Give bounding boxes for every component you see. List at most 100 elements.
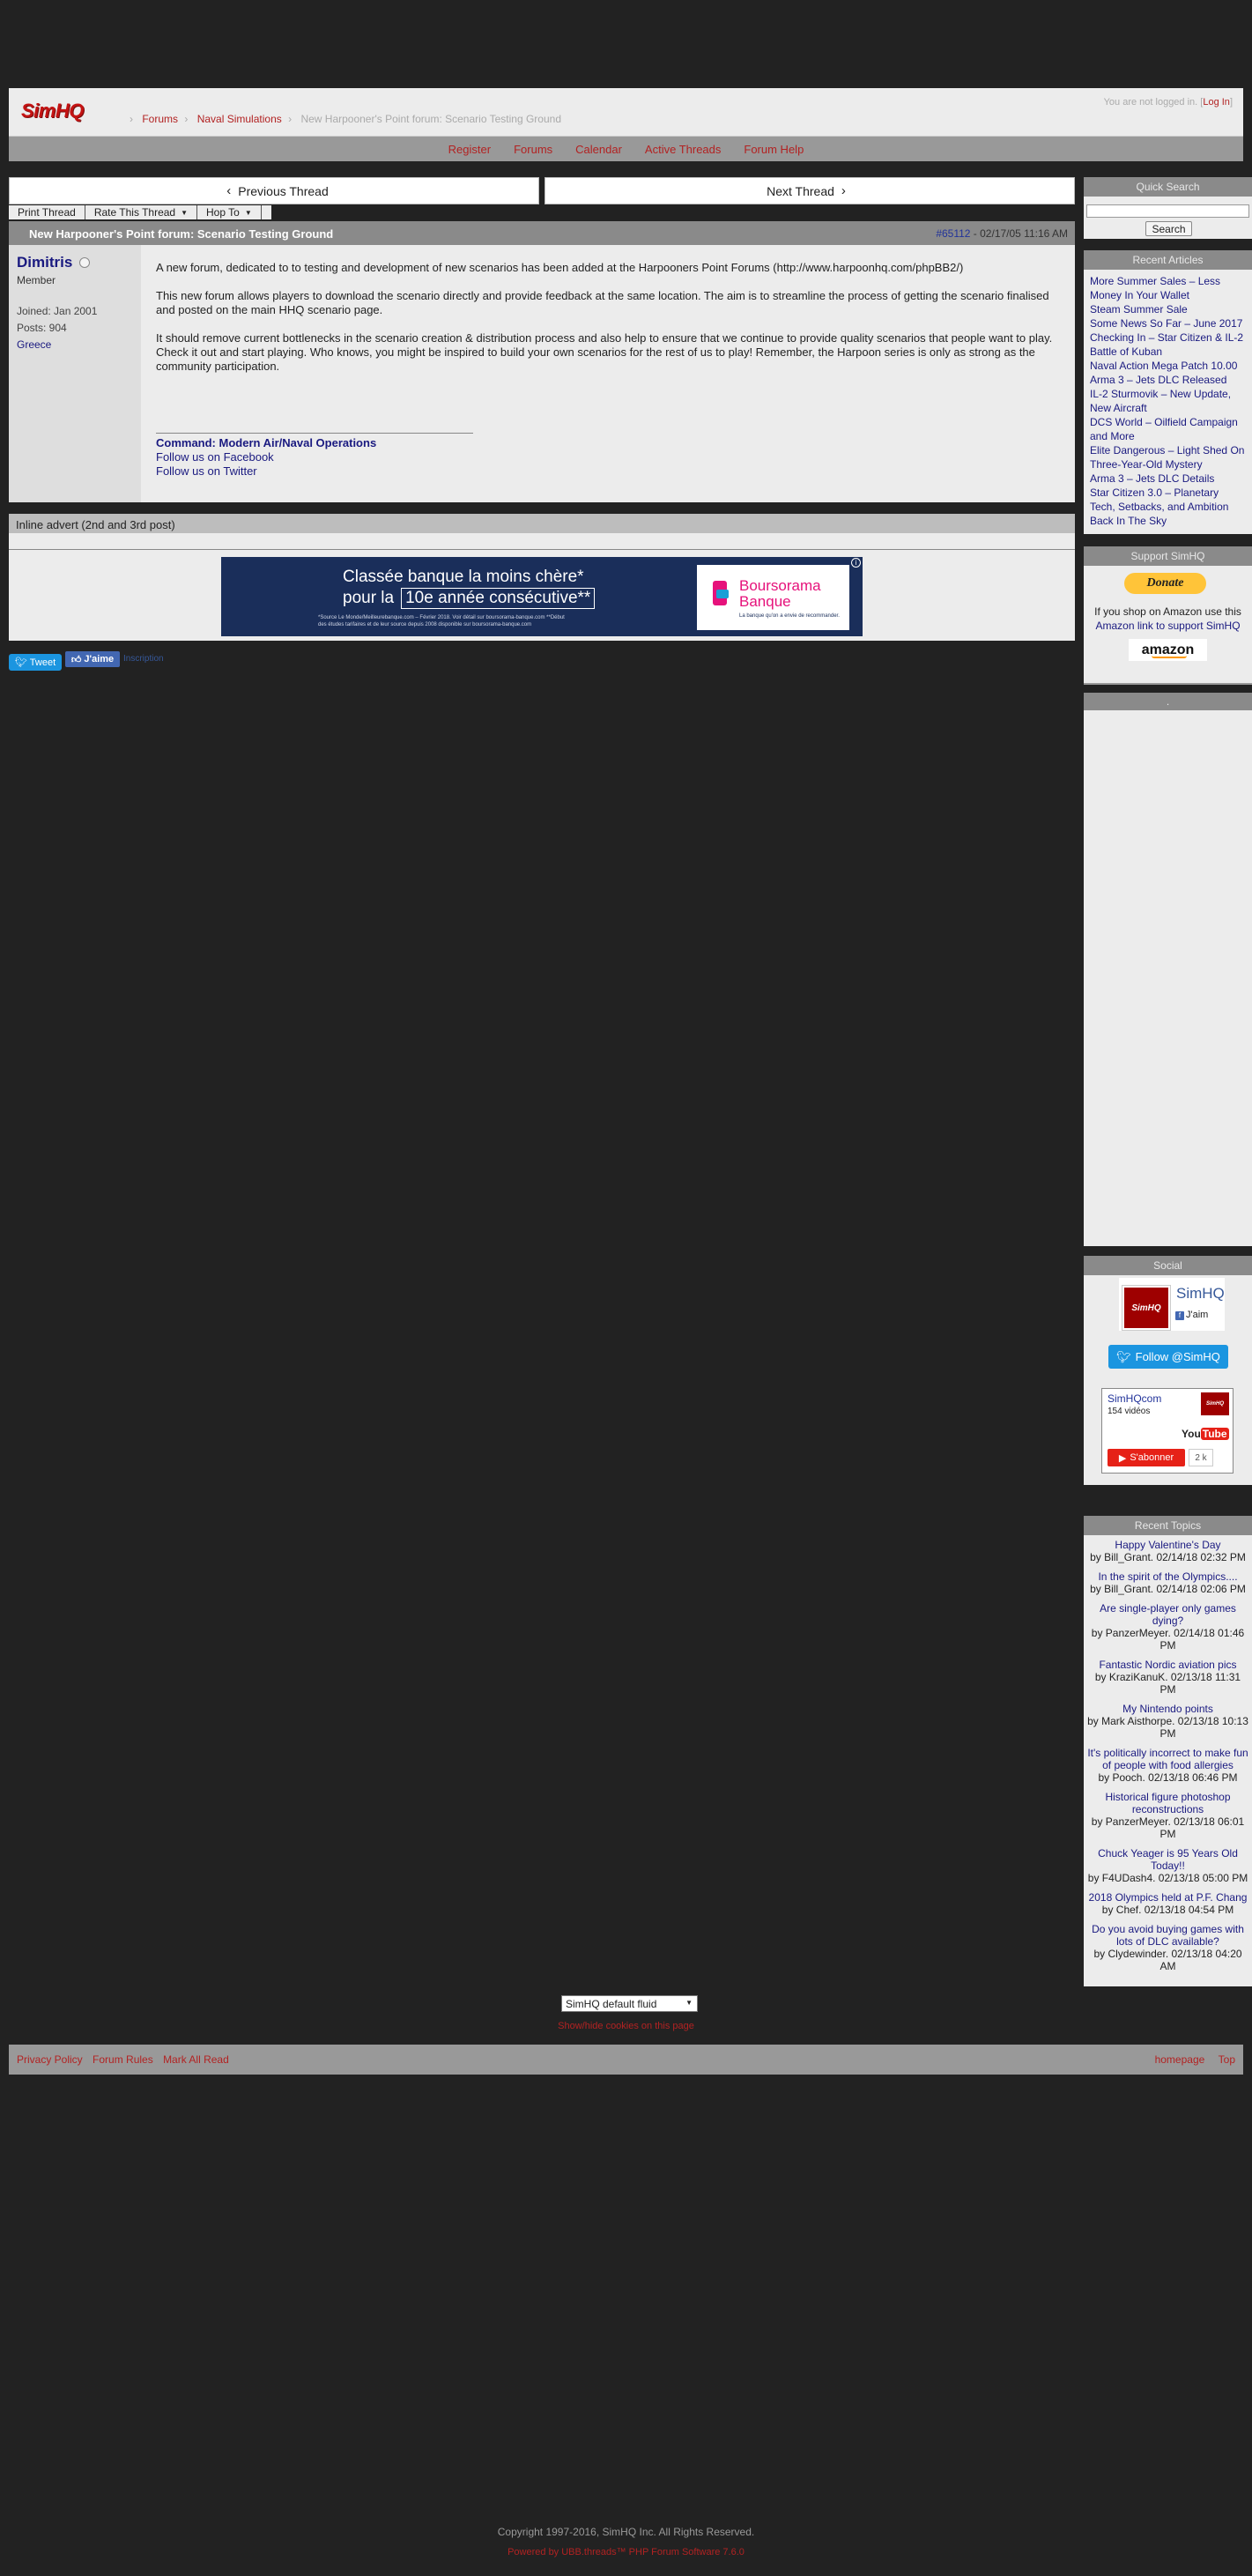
post-message: A new forum, dedicated to to testing and… [156,261,1063,388]
facebook-page-avatar: SimHQ [1122,1285,1171,1331]
signature-link-facebook[interactable]: Follow us on Facebook [156,450,274,464]
nav-active-threads[interactable]: Active Threads [633,143,732,156]
main-navbar: Register Forums Calendar Active Threads … [9,137,1243,161]
article-link[interactable]: Back In The Sky [1090,514,1246,528]
user-info-panel: Dimitris Member Joined: Jan 2001 Posts: … [9,245,141,502]
previous-thread-button[interactable]: ‹ Previous Thread [9,177,539,204]
like-label: J'aime [84,654,115,664]
footer-bar: Privacy Policy Forum Rules Mark All Read… [9,2045,1243,2075]
topic-meta: by PanzerMeyer. 02/13/18 06:01 PM [1091,1815,1245,1840]
topic-link[interactable]: In the spirit of the Olympics.... [1087,1570,1248,1583]
style-select-value: SimHQ default fluid [566,1998,657,2010]
login-link[interactable]: Log In [1203,97,1230,108]
breadcrumb-separator-icon: › [288,113,293,125]
search-button[interactable]: Search [1145,221,1192,236]
paypal-donate-button[interactable]: Donate [1124,573,1206,594]
article-link[interactable]: Checking In – Star Citizen & IL-2 Battle… [1090,330,1246,359]
facebook-page-like-label: J'aim [1186,1310,1209,1320]
signature-link-command[interactable]: Command: Modern Air/Naval Operations [156,436,376,449]
advert-logo: Boursorama Banque La banque qu'on a envi… [697,565,849,630]
topic-link[interactable]: Historical figure photoshop reconstructi… [1087,1791,1248,1815]
article-link[interactable]: Naval Action Mega Patch 10.00 [1090,359,1246,373]
hop-to-dropdown[interactable]: Hop To ▼ [197,205,262,219]
youtube-play-icon: ▶ [1118,1452,1127,1464]
facebook-like-button[interactable]: 👍︎ J'aime [65,651,120,667]
tweet-label: Tweet [29,657,56,668]
twitter-follow-button[interactable]: 🐦︎ Follow @SimHQ [1108,1345,1228,1369]
article-link[interactable]: DCS World – Oilfield Campaign and More [1090,415,1246,443]
print-thread-button[interactable]: Print Thread [9,205,85,219]
article-link[interactable]: Some News So Far – June 2017 [1090,316,1246,330]
topic-link[interactable]: It's politically incorrect to make fun o… [1087,1747,1248,1771]
topic-link[interactable]: Chuck Yeager is 95 Years Old Today!! [1087,1847,1248,1872]
nav-register[interactable]: Register [437,143,502,156]
topic-link[interactable]: Do you avoid buying games with lots of D… [1087,1923,1248,1948]
advert-highlight: 10e année consécutive** [401,588,596,609]
recent-articles-list: More Summer Sales – Less Money In Your W… [1084,270,1252,532]
amazon-smile-icon [1152,656,1187,658]
youtube-video-count: 154 vidéos [1108,1407,1151,1416]
simhq-logo[interactable]: SimHQ [21,100,84,122]
search-input[interactable] [1086,204,1249,218]
nav-forum-help[interactable]: Forum Help [732,143,815,156]
sidebar-divider [1084,683,1252,685]
advert-brand-2: Banque [739,593,791,610]
youtube-channel-name[interactable]: SimHQcom [1108,1392,1161,1405]
breadcrumb-forums[interactable]: Forums [142,113,178,125]
topic-link[interactable]: Fantastic Nordic aviation pics [1087,1659,1248,1671]
article-link[interactable]: More Summer Sales – Less Money In Your W… [1090,274,1246,302]
rate-thread-dropdown[interactable]: Rate This Thread ▼ [85,205,198,219]
amazon-support-text: If you shop on Amazon use this Amazon li… [1089,605,1247,633]
topic-meta: by Chef. 02/13/18 04:54 PM [1101,1904,1234,1916]
facebook-page-name[interactable]: SimHQ [1176,1285,1225,1303]
topic-meta: by KraziKanuK. 02/13/18 11:31 PM [1094,1671,1241,1696]
footer-privacy-policy[interactable]: Privacy Policy [17,2053,83,2066]
nav-forums[interactable]: Forums [502,143,564,156]
recent-topics-heading: Recent Topics [1084,1516,1252,1535]
article-link[interactable]: Star Citizen 3.0 – Planetary Tech, Setba… [1090,486,1246,514]
footer-mark-all-read[interactable]: Mark All Read [163,2053,229,2066]
youtube-subscriber-count: 2 k [1189,1449,1213,1466]
topic-item: In the spirit of the Olympics.... by Bill… [1087,1570,1248,1595]
post-number-link[interactable]: #65112 [936,227,970,240]
article-link[interactable]: IL-2 Sturmovik – New Update, New Aircraf… [1090,387,1246,415]
signature-link-twitter[interactable]: Follow us on Twitter [156,464,257,478]
topic-meta: by PanzerMeyer. 02/14/18 01:46 PM [1091,1627,1245,1652]
thumbs-up-icon: 👍︎ [70,654,82,665]
facebook-page-widget[interactable]: SimHQ SimHQ f J'aim [1119,1278,1225,1331]
login-prefix: You are not logged in. [ [1103,97,1204,108]
amazon-logo[interactable]: amazon [1129,639,1207,661]
boursorama-logo-accent [716,590,729,598]
footer-homepage[interactable]: homepage [1155,2053,1205,2066]
footer-forum-rules[interactable]: Forum Rules [93,2053,153,2066]
tweet-button[interactable]: 🐦︎ Tweet [9,654,62,671]
topic-item: Historical figure photoshop reconstructi… [1087,1791,1248,1840]
article-link[interactable]: Elite Dangerous – Light Shed On Three-Ye… [1090,443,1246,471]
sidebar-ad-heading: . [1084,693,1252,710]
powered-by-link[interactable]: Powered by UBB.threads™ PHP Forum Softwa… [0,2547,1252,2557]
topic-item: My Nintendo points by Mark Aisthorpe. 02/… [1087,1703,1248,1740]
breadcrumb-separator-icon: › [184,113,189,125]
cookies-toggle-link[interactable]: Show/hide cookies on this page [0,2021,1252,2031]
nav-calendar[interactable]: Calendar [564,143,633,156]
next-thread-button[interactable]: Next Thread › [545,177,1075,204]
footer-top[interactable]: Top [1219,2053,1235,2066]
topic-link[interactable]: Are single-player only games dying? [1087,1602,1248,1627]
topic-link[interactable]: Happy Valentine's Day [1087,1539,1248,1551]
style-select[interactable]: SimHQ default fluid ▼ [561,1995,698,2012]
topic-link[interactable]: 2018 Olympics held at P.F. Chang [1087,1891,1248,1904]
article-link[interactable]: Steam Summer Sale [1090,302,1246,316]
breadcrumb-naval-simulations[interactable]: Naval Simulations [197,113,282,125]
adchoices-icon[interactable]: i [851,558,861,568]
article-link[interactable]: Arma 3 – Jets DLC Details [1090,471,1246,486]
facebook-signup-link[interactable]: Inscription [123,654,164,664]
article-link[interactable]: Arma 3 – Jets DLC Released [1090,373,1246,387]
advert-banner[interactable]: Classée banque la moins chère* pour la 1… [221,557,863,636]
youtube-subscribe-button[interactable]: ▶ S'abonner [1108,1449,1185,1466]
facebook-page-like[interactable]: f J'aim [1175,1310,1208,1320]
topic-link[interactable]: My Nintendo points [1087,1703,1248,1715]
amazon-support-link[interactable]: Amazon link to support SimHQ [1095,620,1240,632]
topic-meta: by Pooch. 02/13/18 06:46 PM [1098,1771,1238,1784]
breadcrumb-current: New Harpooner's Point forum: Scenario Te… [300,113,561,125]
username-link[interactable]: Dimitris [17,254,72,271]
